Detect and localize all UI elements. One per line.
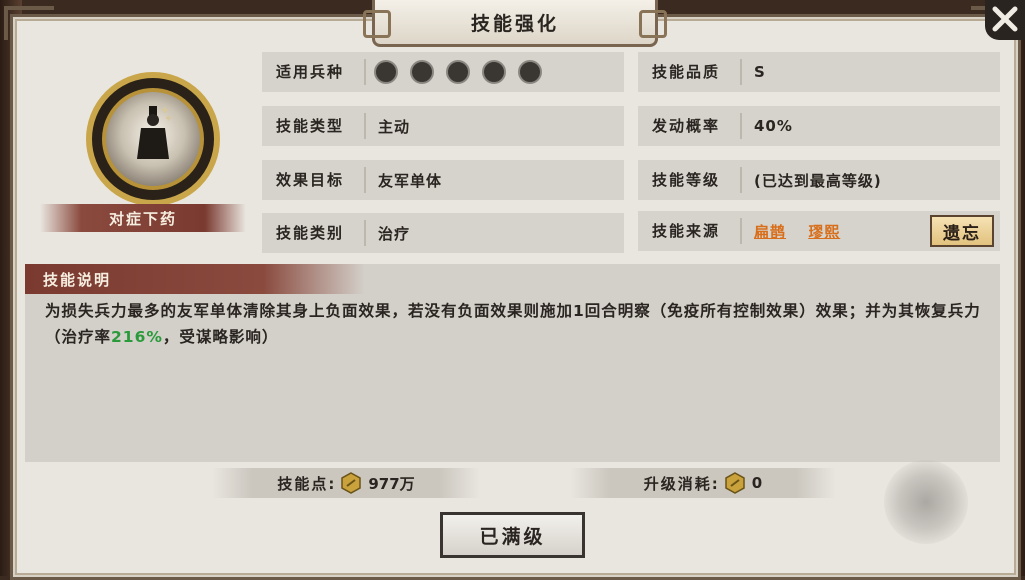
skill-emblem [78, 64, 228, 214]
quality-value: S [754, 63, 766, 81]
forget-button[interactable]: 遗忘 [930, 215, 994, 247]
title-ornament-icon [639, 10, 667, 38]
category-value: 治疗 [378, 224, 411, 243]
upgrade-cost-stat: 升级消耗: 0 [570, 468, 836, 498]
level-row: 技能等级 (已达到最高等级) [638, 160, 1000, 200]
source-row: 技能来源 扁鹊 璆熙 遗忘 [638, 211, 1000, 251]
description-header: 技能说明 [25, 264, 365, 294]
source-label: 技能来源 [638, 218, 742, 244]
spear-icon [482, 60, 506, 84]
chance-row: 发动概率 40% [638, 106, 1000, 146]
page-title: 技能强化 [470, 12, 559, 35]
skill-name: 对症下药 [108, 209, 177, 228]
skill-points-stat: 技能点: 977万 [212, 468, 480, 498]
skill-points-label: 技能点: [277, 474, 337, 493]
level-value: (已达到最高等级) [754, 171, 882, 190]
troop-icons [366, 60, 542, 84]
close-button[interactable] [985, 0, 1025, 40]
upgrade-cost-label: 升级消耗: [643, 474, 720, 493]
quality-label: 技能品质 [638, 59, 742, 85]
close-icon [992, 6, 1018, 32]
siege-icon [518, 60, 542, 84]
skill-points-value: 977万 [368, 474, 415, 493]
max-level-button[interactable]: 已满级 [440, 512, 585, 558]
description-text-tail: ，受谋略影响） [162, 328, 279, 346]
title-plate: 技能强化 [363, 0, 667, 47]
panel-corner-ornament [4, 6, 54, 40]
skill-type-value: 主动 [378, 117, 411, 136]
skill-figure-icon [137, 106, 171, 159]
target-value: 友军单体 [378, 171, 443, 190]
category-row: 技能类别 治疗 [262, 213, 624, 253]
chance-label: 发动概率 [638, 113, 742, 139]
source-link-bianque[interactable]: 扁鹊 [754, 223, 786, 241]
target-label: 效果目标 [262, 167, 366, 193]
upgrade-cost-value: 0 [751, 474, 763, 492]
skill-type-label: 技能类型 [262, 113, 366, 139]
bow-icon [446, 60, 470, 84]
coin-icon [725, 472, 745, 494]
coin-icon [341, 472, 362, 494]
quality-row: 技能品质 S [638, 52, 1000, 92]
level-label: 技能等级 [638, 167, 742, 193]
skill-name-banner: 对症下药 [40, 204, 246, 232]
target-row: 效果目标 友军单体 [262, 160, 624, 200]
title-ornament-icon [363, 10, 391, 38]
description-title: 技能说明 [43, 270, 112, 289]
cavalry-icon [374, 60, 398, 84]
troop-type-row: 适用兵种 [262, 52, 624, 92]
chance-value: 40% [754, 117, 793, 135]
description-text: 为损失兵力最多的友军单体清除其身上负面效果，若没有负面效果则施加1回合明察（免疫… [45, 298, 985, 350]
heal-rate-value: 216% [111, 328, 163, 346]
source-links: 扁鹊 璆熙 [742, 221, 856, 242]
joystick-overlay[interactable] [884, 460, 968, 544]
category-label: 技能类别 [262, 220, 366, 246]
skill-type-row: 技能类型 主动 [262, 106, 624, 146]
shield-icon [410, 60, 434, 84]
troop-type-label: 适用兵种 [262, 59, 366, 85]
source-link-jinxi[interactable]: 璆熙 [808, 223, 840, 241]
